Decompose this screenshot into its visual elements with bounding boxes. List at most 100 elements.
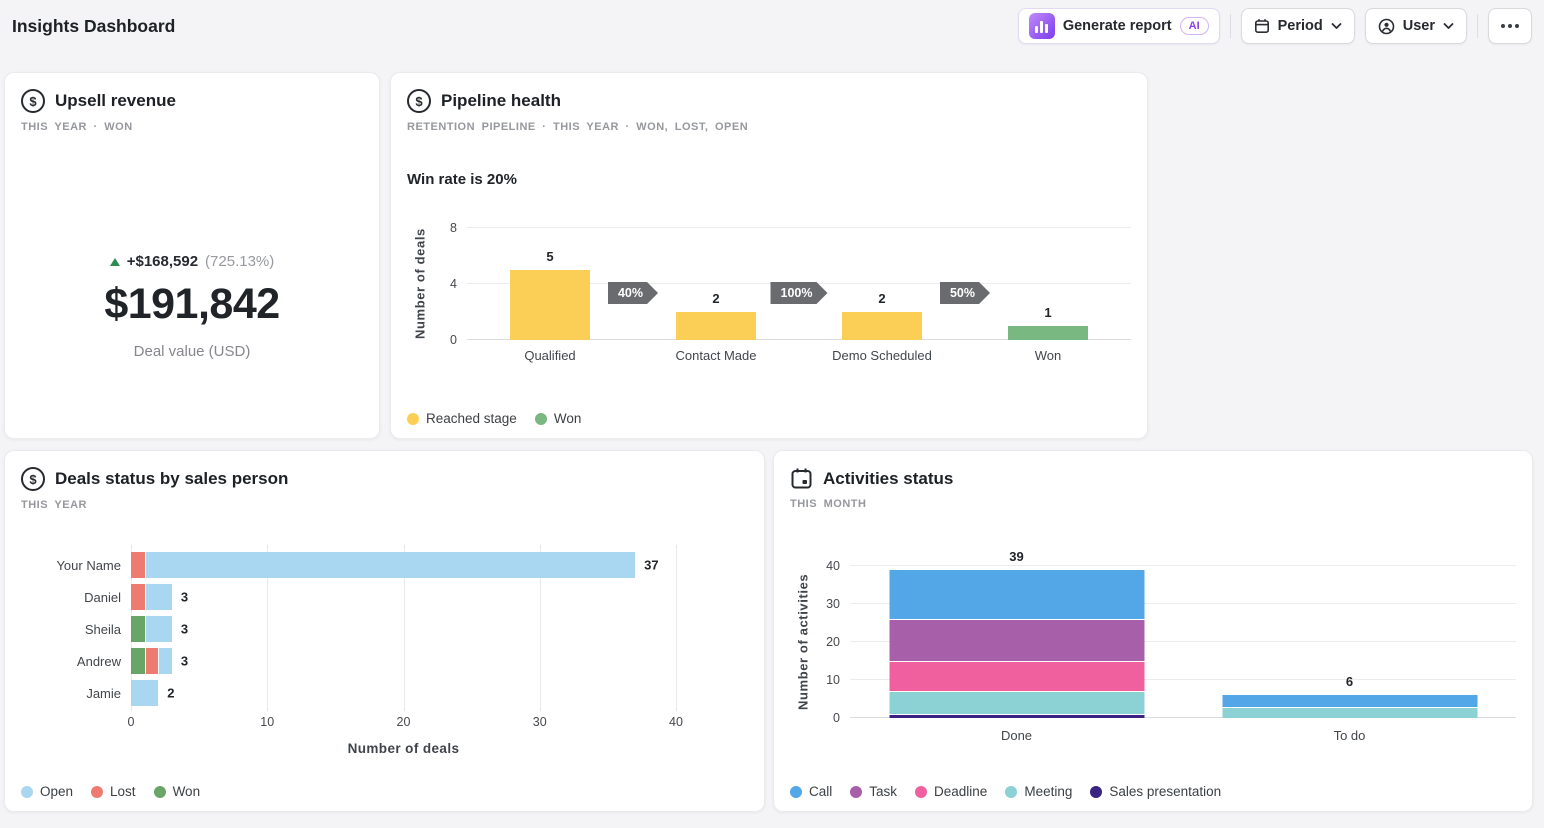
legend-label: Open bbox=[40, 784, 73, 799]
user-filter-button[interactable]: User bbox=[1365, 8, 1467, 44]
card-subtitle: THIS YEAR · WON bbox=[21, 121, 363, 133]
trend-up-icon bbox=[110, 258, 120, 266]
bar-segment[interactable] bbox=[145, 584, 172, 610]
stacked-bar[interactable] bbox=[889, 570, 1144, 718]
bar-segment[interactable] bbox=[131, 552, 145, 578]
stacked-bar[interactable] bbox=[131, 552, 676, 578]
category-labels: DoneTo do bbox=[850, 728, 1516, 743]
page-title: Insights Dashboard bbox=[12, 16, 175, 37]
legend-label: Deadline bbox=[934, 784, 987, 799]
bar-segment[interactable] bbox=[131, 616, 145, 642]
row-label: Sheila bbox=[21, 622, 131, 637]
stacked-bar[interactable] bbox=[131, 680, 676, 706]
category-label: Won bbox=[965, 348, 1131, 363]
legend-label: Lost bbox=[110, 784, 136, 799]
stacked-bar[interactable] bbox=[131, 648, 676, 674]
bar-segment[interactable] bbox=[131, 680, 158, 706]
funnel-bar[interactable] bbox=[676, 312, 756, 340]
bar-segment[interactable] bbox=[889, 619, 1144, 661]
category-label: Contact Made bbox=[633, 348, 799, 363]
win-rate-text: Win rate is 20% bbox=[407, 171, 1131, 188]
bar-segment[interactable] bbox=[1222, 707, 1477, 718]
activities-status-card[interactable]: Activities status THIS MONTH Number of a… bbox=[773, 450, 1533, 812]
more-options-button[interactable] bbox=[1488, 8, 1532, 44]
x-axis-ticks: 010203040 bbox=[131, 715, 676, 733]
table-row: Andrew3 bbox=[21, 645, 748, 677]
pipeline-funnel-chart: Number of deals048522140%100%50%Qualifie… bbox=[407, 228, 1131, 363]
card-header: $ Deals status by sales person bbox=[21, 467, 748, 491]
ai-badge: AI bbox=[1180, 17, 1209, 35]
bar-total-label: 3 bbox=[181, 654, 188, 669]
dollar-circle-icon: $ bbox=[21, 467, 45, 491]
legend-label: Won bbox=[554, 411, 582, 426]
change-percent: (725.13%) bbox=[205, 253, 274, 270]
axis-tick-label: 4 bbox=[450, 277, 457, 291]
legend-dot bbox=[91, 786, 103, 798]
axis-tick-label: 8 bbox=[450, 221, 457, 235]
period-label: Period bbox=[1278, 18, 1323, 34]
category-label: Demo Scheduled bbox=[799, 348, 965, 363]
bar-segment[interactable] bbox=[1222, 695, 1477, 706]
card-title: Pipeline health bbox=[441, 91, 561, 111]
category-label: Qualified bbox=[467, 348, 633, 363]
table-row: Daniel3 bbox=[21, 581, 748, 613]
card-subtitle: RETENTION PIPELINE · THIS YEAR · WON, LO… bbox=[407, 121, 1131, 133]
chart-body: Your Name37Daniel3Sheila3Andrew3Jamie2 bbox=[21, 549, 748, 709]
upsell-revenue-card[interactable]: $ Upsell revenue THIS YEAR · WON +$168,5… bbox=[4, 72, 380, 439]
generate-report-label: Generate report bbox=[1063, 18, 1172, 34]
stacked-bar[interactable] bbox=[131, 616, 676, 642]
axis-tick-label: 0 bbox=[833, 711, 840, 725]
bar-total-label: 2 bbox=[167, 686, 174, 701]
chart-body: Number of activities010203040396DoneTo d… bbox=[790, 566, 1516, 743]
row-label: Your Name bbox=[21, 558, 131, 573]
period-filter-button[interactable]: Period bbox=[1241, 8, 1355, 44]
bar-segment[interactable] bbox=[889, 691, 1144, 714]
axis-tick-label: 40 bbox=[826, 559, 840, 573]
bar-segment[interactable] bbox=[145, 648, 159, 674]
card-subtitle: THIS YEAR bbox=[21, 499, 748, 511]
bar-segment[interactable] bbox=[131, 584, 145, 610]
bar-total-label: 39 bbox=[850, 549, 1183, 564]
bar-area: 3 bbox=[131, 648, 676, 674]
generate-report-button[interactable]: Generate report AI bbox=[1018, 8, 1220, 44]
axis-tick-label: 10 bbox=[826, 673, 840, 687]
card-title: Deals status by sales person bbox=[55, 469, 288, 489]
legend-item: Won bbox=[154, 784, 201, 799]
y-axis-ticks: 048 bbox=[433, 228, 467, 340]
legend-dot bbox=[915, 786, 927, 798]
bar-segment[interactable] bbox=[889, 714, 1144, 718]
stacked-bar[interactable] bbox=[1222, 695, 1477, 718]
category-labels: QualifiedContact MadeDemo ScheduledWon bbox=[467, 348, 1131, 363]
table-row: Sheila3 bbox=[21, 613, 748, 645]
legend-item: Lost bbox=[91, 784, 136, 799]
plot-area: 522140%100%50% bbox=[467, 228, 1131, 340]
stacked-bar[interactable] bbox=[131, 584, 676, 610]
conversion-arrow: 100% bbox=[771, 282, 828, 304]
funnel-bar[interactable] bbox=[510, 270, 590, 340]
bar-segment[interactable] bbox=[889, 570, 1144, 619]
plot-area: 396 bbox=[850, 566, 1516, 718]
user-icon bbox=[1378, 18, 1395, 35]
card-header: $ Pipeline health bbox=[407, 89, 1131, 113]
deals-status-card[interactable]: $ Deals status by sales person THIS YEAR… bbox=[4, 450, 765, 812]
divider bbox=[1230, 14, 1231, 38]
legend-dot bbox=[154, 786, 166, 798]
bar-segment[interactable] bbox=[889, 661, 1144, 691]
funnel-bar[interactable] bbox=[842, 312, 922, 340]
card-header: $ Upsell revenue bbox=[21, 89, 363, 113]
bar-area: 3 bbox=[131, 616, 676, 642]
legend-label: Sales presentation bbox=[1109, 784, 1221, 799]
chart-body: Number of deals048522140%100%50%Qualifie… bbox=[407, 228, 1131, 363]
bar-total-label: 3 bbox=[181, 590, 188, 605]
insights-dashboard-page: Insights Dashboard Generate report AI Pe… bbox=[0, 0, 1544, 828]
category-label: To do bbox=[1183, 728, 1516, 743]
funnel-bar[interactable] bbox=[1008, 326, 1088, 340]
bar-segment[interactable] bbox=[145, 552, 636, 578]
bar-segment[interactable] bbox=[145, 616, 172, 642]
legend-dot bbox=[850, 786, 862, 798]
bar-area: 3 bbox=[131, 584, 676, 610]
bar-segment[interactable] bbox=[131, 648, 145, 674]
legend-label: Task bbox=[869, 784, 897, 799]
pipeline-health-card[interactable]: $ Pipeline health RETENTION PIPELINE · T… bbox=[390, 72, 1148, 439]
bar-segment[interactable] bbox=[158, 648, 172, 674]
